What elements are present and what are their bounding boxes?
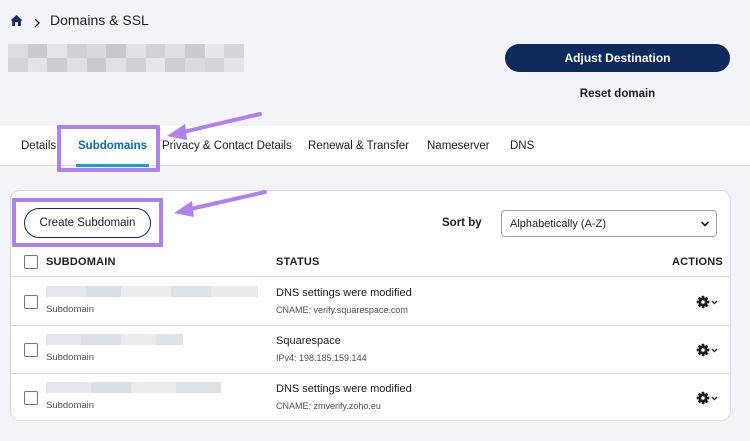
table-row: Subdomain DNS settings were modified CNA… [11,374,730,420]
reset-domain-link[interactable]: Reset domain [505,88,730,100]
subdomains-panel: Create Subdomain Sort by Alphabetically … [10,190,731,421]
chevron-down-icon [700,219,710,229]
subdomain-name-redacted [46,286,258,297]
row-actions-menu[interactable] [696,295,720,309]
select-all-checkbox[interactable] [24,255,38,269]
table-row: Subdomain Squarespace IPv4: 198.185.159.… [11,326,730,374]
table-header: SUBDOMAIN STATUS ACTIONS [11,247,730,277]
row-checkbox[interactable] [24,391,38,405]
row-record: IPv4: 198.185.159.144 [276,353,367,363]
row-status: DNS settings were modified [276,383,412,395]
row-type: Subdomain [46,304,95,315]
tab-privacy-contact[interactable]: Privacy & Contact Details [162,126,292,166]
sort-label: Sort by [442,217,482,229]
table-row: Subdomain DNS settings were modified CNA… [11,278,730,326]
gear-icon [696,295,718,309]
column-actions: ACTIONS [672,256,723,268]
breadcrumb: Domains & SSL [10,12,149,28]
breadcrumb-current: Domains & SSL [50,12,149,28]
subdomain-name-redacted [46,334,183,345]
row-type: Subdomain [46,352,95,363]
row-record: CNAME: zmverify.zoho.eu [276,401,381,411]
sort-select-value: Alphabetically (A-Z) [510,217,606,230]
sort-select[interactable]: Alphabetically (A-Z) [501,210,717,237]
gear-icon [696,391,718,405]
gear-icon [696,343,718,357]
row-status: Squarespace [276,335,341,347]
domain-name-redacted [8,44,244,72]
home-icon[interactable] [10,14,23,27]
column-subdomain: SUBDOMAIN [46,256,116,268]
tab-dns[interactable]: DNS [510,126,534,166]
create-subdomain-button[interactable]: Create Subdomain [24,208,151,238]
row-type: Subdomain [46,400,95,411]
row-checkbox[interactable] [24,295,38,309]
adjust-destination-button[interactable]: Adjust Destination [505,44,730,72]
row-actions-menu[interactable] [696,391,720,405]
tab-details[interactable]: Details [21,126,56,166]
row-status: DNS settings were modified [276,287,412,299]
subdomain-name-redacted [46,382,221,393]
column-status: STATUS [276,256,320,268]
row-record: CNAME: verify.squarespace.com [276,305,408,315]
tab-nameserver[interactable]: Nameserver [427,126,490,166]
row-checkbox[interactable] [24,343,38,357]
chevron-right-icon [33,15,41,28]
tab-renewal-transfer[interactable]: Renewal & Transfer [308,126,409,166]
row-actions-menu[interactable] [696,343,720,357]
tab-bar: Details Subdomains Privacy & Contact Det… [0,126,750,167]
tab-subdomains[interactable]: Subdomains [75,126,150,167]
